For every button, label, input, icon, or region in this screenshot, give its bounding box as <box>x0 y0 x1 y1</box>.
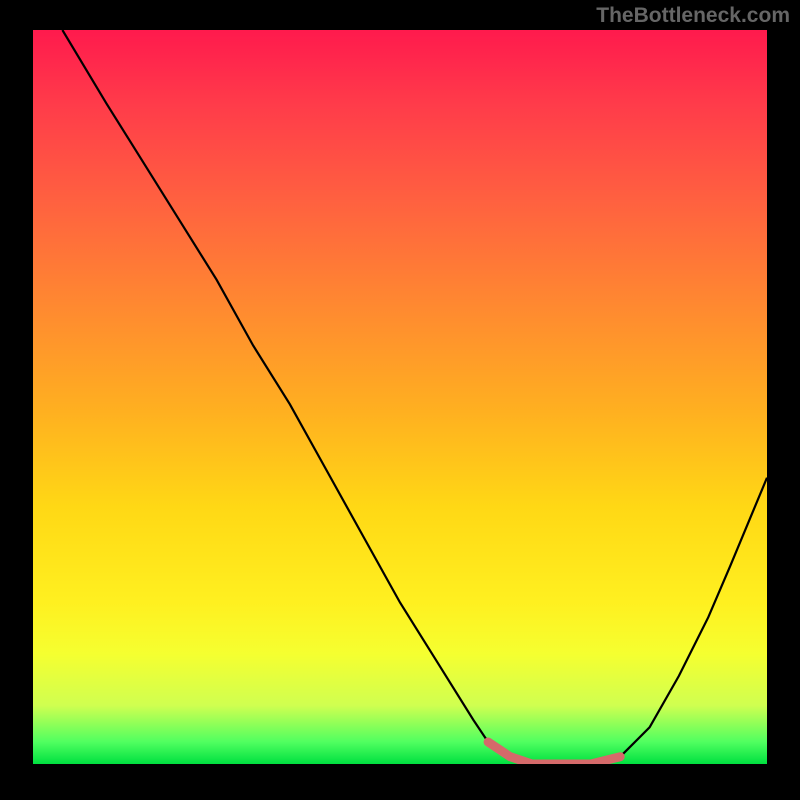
chart-container: TheBottleneck.com <box>0 0 800 800</box>
watermark-text: TheBottleneck.com <box>596 4 790 28</box>
optimal-range-line <box>488 742 620 764</box>
plot-area <box>33 30 767 764</box>
bottleneck-curve-line <box>62 30 767 764</box>
curve-svg <box>33 30 767 764</box>
